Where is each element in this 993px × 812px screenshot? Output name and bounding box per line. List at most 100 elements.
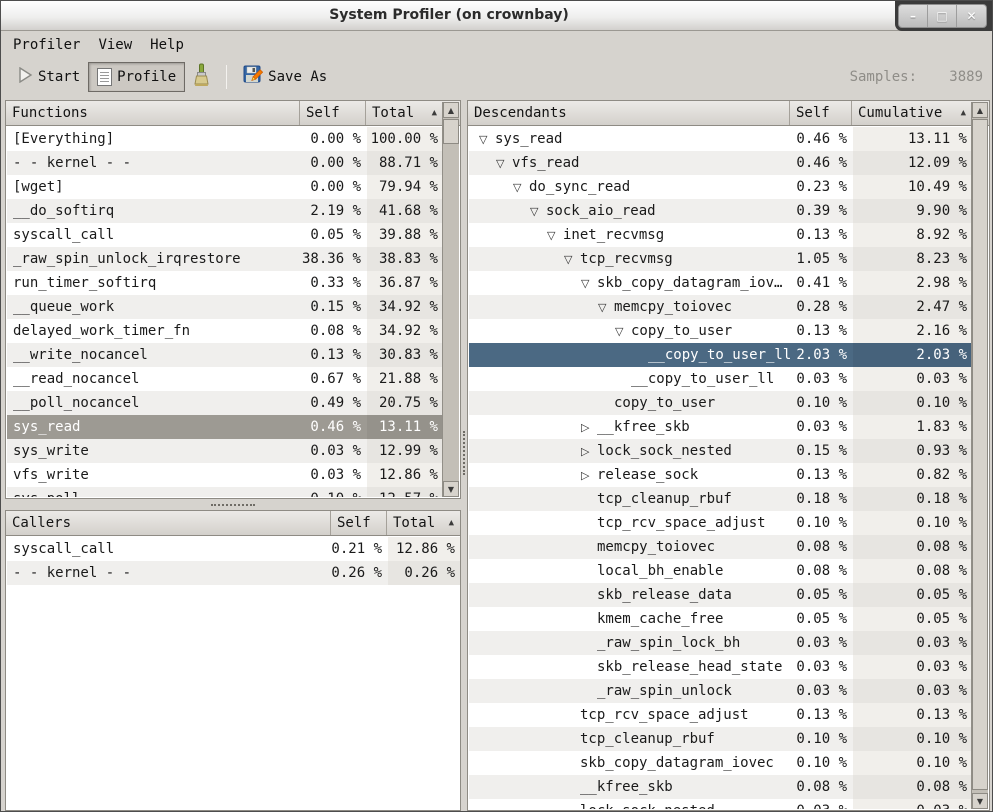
profile-toggle-button[interactable]: Profile bbox=[88, 62, 185, 92]
table-row[interactable]: ▽inet_recvmsg0.13 %8.92 % bbox=[469, 223, 973, 247]
functions-column-header[interactable]: Functions bbox=[6, 101, 300, 125]
table-row[interactable]: ▽sock_aio_read0.39 %9.90 % bbox=[469, 199, 973, 223]
table-row[interactable]: skb_release_data0.05 %0.05 % bbox=[469, 583, 973, 607]
table-row[interactable]: ▽skb_copy_datagram_iov…0.41 %2.98 % bbox=[469, 271, 973, 295]
expander-open-icon[interactable]: ▽ bbox=[598, 301, 614, 314]
table-row[interactable]: sys_read0.46 %13.11 % bbox=[7, 415, 444, 439]
table-row[interactable]: skb_release_head_state0.03 %0.03 % bbox=[469, 655, 973, 679]
callers-column-header[interactable]: Callers bbox=[6, 511, 331, 535]
sort-ascending-icon: ▲ bbox=[426, 108, 437, 118]
function-name: _raw_spin_lock_bh bbox=[597, 635, 740, 651]
table-row[interactable]: ▽vfs_read0.46 %12.09 % bbox=[469, 151, 973, 175]
expander-open-icon[interactable]: ▽ bbox=[513, 181, 529, 194]
table-row[interactable]: run_timer_softirq0.33 %36.87 % bbox=[7, 271, 444, 295]
minimize-button[interactable]: – bbox=[899, 5, 928, 27]
titlebar[interactable]: System Profiler (on crownbay) – □ ✕ bbox=[1, 1, 992, 31]
expander-closed-icon[interactable]: ▷ bbox=[581, 469, 597, 482]
total-cell: 21.88 % bbox=[367, 367, 444, 391]
table-row[interactable]: __read_nocancel0.67 %21.88 % bbox=[7, 367, 444, 391]
function-name-cell: ▽inet_recvmsg bbox=[469, 223, 791, 247]
table-row[interactable]: __kfree_skb0.08 %0.08 % bbox=[469, 775, 973, 799]
scroll-down-icon[interactable]: ▼ bbox=[972, 793, 988, 809]
table-row[interactable]: - - kernel - -0.00 %88.71 % bbox=[7, 151, 444, 175]
expander-closed-icon[interactable]: ▷ bbox=[581, 445, 597, 458]
expander-closed-icon[interactable]: ▷ bbox=[581, 421, 597, 434]
table-row[interactable]: __copy_to_user_ll2.03 %2.03 % bbox=[469, 343, 973, 367]
total-column-header[interactable]: Total▲ bbox=[387, 511, 460, 535]
menu-profiler[interactable]: Profiler bbox=[4, 34, 89, 56]
table-row[interactable]: [Everything]0.00 %100.00 % bbox=[7, 127, 444, 151]
maximize-button[interactable]: □ bbox=[928, 5, 957, 27]
table-row[interactable]: kmem_cache_free0.05 %0.05 % bbox=[469, 607, 973, 631]
reset-brush-button[interactable] bbox=[185, 62, 218, 92]
expander-open-icon[interactable]: ▽ bbox=[547, 229, 563, 242]
table-row[interactable]: syscall_call0.21 %12.86 % bbox=[7, 537, 461, 561]
function-name: inet_recvmsg bbox=[563, 227, 664, 243]
table-row[interactable]: ▷release_sock0.13 %0.82 % bbox=[469, 463, 973, 487]
scrollbar-thumb[interactable] bbox=[443, 119, 459, 144]
total-column-header[interactable]: Total▲ bbox=[366, 101, 443, 125]
table-row[interactable]: ▷__kfree_skb0.03 %1.83 % bbox=[469, 415, 973, 439]
table-row[interactable]: _raw_spin_unlock0.03 %0.03 % bbox=[469, 679, 973, 703]
table-row[interactable]: _raw_spin_lock_bh0.03 %0.03 % bbox=[469, 631, 973, 655]
table-row[interactable]: __copy_to_user_ll0.03 %0.03 % bbox=[469, 367, 973, 391]
menu-help[interactable]: Help bbox=[141, 34, 193, 56]
table-row[interactable]: copy_to_user0.10 %0.10 % bbox=[469, 391, 973, 415]
self-cell: 0.03 % bbox=[791, 799, 853, 809]
table-row[interactable]: sys_write0.03 %12.99 % bbox=[7, 439, 444, 463]
self-column-header[interactable]: Self bbox=[331, 511, 387, 535]
expander-open-icon[interactable]: ▽ bbox=[615, 325, 631, 338]
table-row[interactable]: skb_copy_datagram_iovec0.10 %0.10 % bbox=[469, 751, 973, 775]
scroll-up-icon[interactable]: ▲ bbox=[972, 102, 988, 118]
floppy-disk-icon bbox=[243, 65, 263, 89]
table-row[interactable]: __poll_nocancel0.49 %20.75 % bbox=[7, 391, 444, 415]
scroll-up-icon[interactable]: ▲ bbox=[443, 102, 459, 118]
table-row[interactable]: delayed_work_timer_fn0.08 %34.92 % bbox=[7, 319, 444, 343]
function-name-cell: ▷__kfree_skb bbox=[469, 415, 791, 439]
table-row[interactable]: ▽do_sync_read0.23 %10.49 % bbox=[469, 175, 973, 199]
table-row[interactable]: ▽sys_read0.46 %13.11 % bbox=[469, 127, 973, 151]
scroll-down-icon[interactable]: ▼ bbox=[443, 481, 459, 497]
table-row[interactable]: ▽tcp_recvmsg1.05 %8.23 % bbox=[469, 247, 973, 271]
table-row[interactable]: ▽copy_to_user0.13 %2.16 % bbox=[469, 319, 973, 343]
table-row[interactable]: ▷lock_sock_nested0.15 %0.93 % bbox=[469, 439, 973, 463]
table-row[interactable]: syscall_call0.05 %39.88 % bbox=[7, 223, 444, 247]
expander-open-icon[interactable]: ▽ bbox=[496, 157, 512, 170]
save-as-button[interactable]: Save As bbox=[235, 62, 335, 92]
table-row[interactable]: __do_softirq2.19 %41.68 % bbox=[7, 199, 444, 223]
table-row[interactable]: tcp_rcv_space_adjust0.10 %0.10 % bbox=[469, 511, 973, 535]
table-row[interactable]: memcpy_toiovec0.08 %0.08 % bbox=[469, 535, 973, 559]
menu-view[interactable]: View bbox=[89, 34, 141, 56]
table-row[interactable]: - - kernel - -0.26 %0.26 % bbox=[7, 561, 461, 585]
functions-scrollbar[interactable]: ▲ ▼ bbox=[442, 102, 459, 497]
function-name-cell: skb_copy_datagram_iovec bbox=[469, 751, 791, 775]
table-row[interactable]: lock_sock_nested0.03 %0.03 % bbox=[469, 799, 973, 809]
table-row[interactable]: local_bh_enable0.08 %0.08 % bbox=[469, 559, 973, 583]
expander-open-icon[interactable]: ▽ bbox=[479, 133, 495, 146]
cumulative-column-header[interactable]: Cumulative▲ bbox=[852, 101, 972, 125]
table-row[interactable]: __write_nocancel0.13 %30.83 % bbox=[7, 343, 444, 367]
self-column-header[interactable]: Self bbox=[790, 101, 852, 125]
descendants-scrollbar[interactable]: ▲ ▼ bbox=[971, 102, 988, 809]
function-name-cell: syscall_call bbox=[7, 537, 332, 561]
sort-ascending-icon: ▲ bbox=[443, 518, 454, 528]
start-button[interactable]: Start bbox=[10, 62, 88, 92]
table-row[interactable]: tcp_cleanup_rbuf0.18 %0.18 % bbox=[469, 487, 973, 511]
table-row[interactable]: ▽memcpy_toiovec0.28 %2.47 % bbox=[469, 295, 973, 319]
paintbrush-icon bbox=[193, 63, 210, 91]
close-button[interactable]: ✕ bbox=[957, 5, 986, 27]
table-row[interactable]: sys_poll0.10 %12.57 % bbox=[7, 487, 444, 497]
expander-open-icon[interactable]: ▽ bbox=[530, 205, 546, 218]
scrollbar-thumb[interactable] bbox=[972, 119, 988, 790]
table-row[interactable]: __queue_work0.15 %34.92 % bbox=[7, 295, 444, 319]
self-column-header[interactable]: Self bbox=[300, 101, 366, 125]
table-row[interactable]: [wget]0.00 %79.94 % bbox=[7, 175, 444, 199]
expander-open-icon[interactable]: ▽ bbox=[581, 277, 597, 290]
table-row[interactable]: tcp_rcv_space_adjust0.13 %0.13 % bbox=[469, 703, 973, 727]
table-row[interactable]: _raw_spin_unlock_irqrestore38.36 %38.83 … bbox=[7, 247, 444, 271]
descendants-column-header[interactable]: Descendants bbox=[468, 101, 790, 125]
table-row[interactable]: vfs_write0.03 %12.86 % bbox=[7, 463, 444, 487]
table-row[interactable]: tcp_cleanup_rbuf0.10 %0.10 % bbox=[469, 727, 973, 751]
horizontal-splitter[interactable] bbox=[5, 499, 461, 510]
expander-open-icon[interactable]: ▽ bbox=[564, 253, 580, 266]
